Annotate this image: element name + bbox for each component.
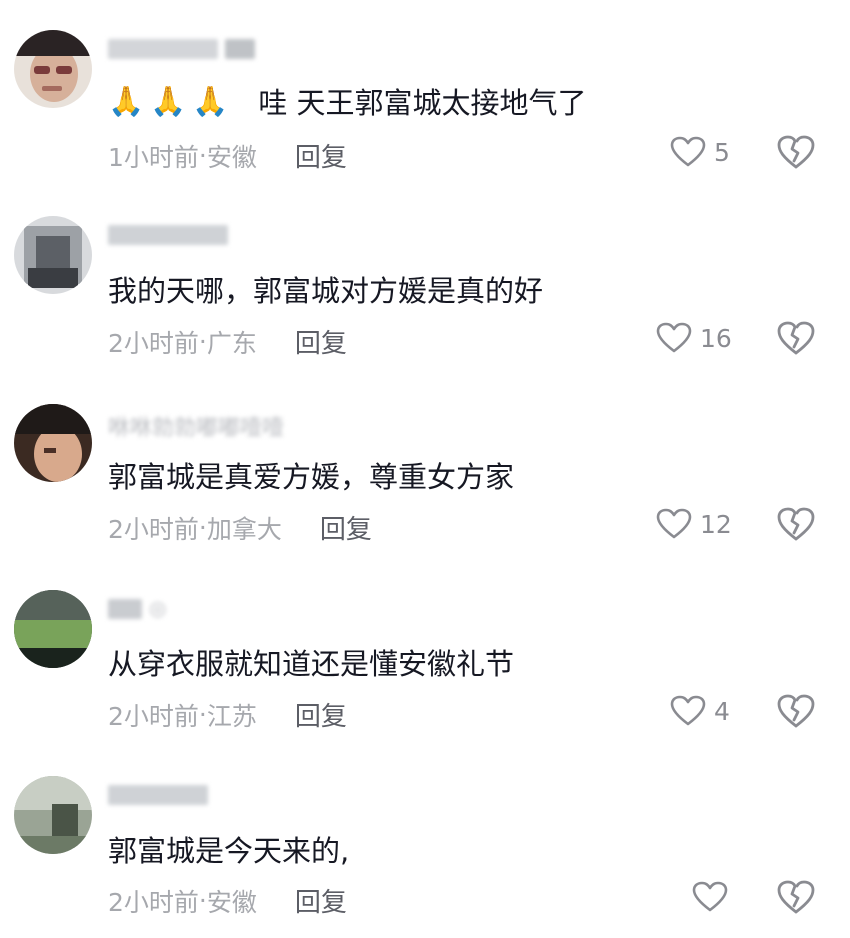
comment-body: 我的天哪，郭富城对方媛是真的好 [108, 274, 544, 308]
praying-hands-emoji: 🙏 [150, 83, 187, 118]
like-button[interactable]: 16 [656, 322, 732, 354]
reply-button[interactable]: 回复 [320, 509, 372, 546]
comment-time: 2小时前 [108, 887, 199, 917]
username-symbol: ◎ [149, 596, 167, 620]
comment-time: 2小时前 [108, 701, 199, 731]
like-count: 12 [700, 509, 732, 539]
comment-time: 2小时前 [108, 328, 199, 358]
praying-hands-emoji: 🙏 [192, 83, 229, 118]
reply-button[interactable]: 回复 [295, 696, 347, 733]
comment-time: 1小时前 [108, 142, 199, 172]
emoji-group: 🙏 🙏 🙏 [108, 84, 228, 119]
broken-heart-icon[interactable] [776, 693, 816, 729]
comment-meta: 2小时前 · 江苏 回复 [108, 696, 347, 733]
comment-location: 加拿大 [206, 514, 282, 544]
heart-outline-icon [670, 695, 706, 726]
heart-outline-icon [692, 881, 728, 912]
avatar[interactable] [14, 30, 92, 108]
comment-meta: 2小时前 · 加拿大 回复 [108, 509, 372, 546]
comment-body: 哇 天王郭富城太接地气了 [258, 86, 587, 120]
comment-meta: 2小时前 · 广东 回复 [108, 323, 347, 360]
broken-heart-icon[interactable] [776, 134, 816, 170]
comment-location: 安徽 [206, 142, 257, 172]
avatar[interactable] [14, 776, 92, 854]
comment-text: 郭富城是真爱方媛，尊重女方家 [108, 454, 514, 496]
comment-meta: 1小时前 · 安徽 回复 [108, 137, 347, 174]
broken-heart-icon[interactable] [776, 320, 816, 356]
avatar-image [14, 590, 92, 668]
avatar-image [14, 404, 92, 482]
like-count: 5 [714, 137, 730, 167]
comment-body: 郭富城是今天来的, [108, 834, 350, 868]
comment-text: 🙏 🙏 🙏 哇 天王郭富城太接地气了 [108, 80, 587, 122]
avatar[interactable] [14, 404, 92, 482]
like-count: 16 [700, 323, 732, 353]
username-text: 咻咻勍勍嘟嘟噎噎 [108, 416, 285, 441]
avatar-image [14, 776, 92, 854]
reply-button[interactable]: 回复 [295, 137, 347, 174]
comment-text: 郭富城是今天来的, [108, 828, 349, 870]
comment-time: 2小时前 [108, 514, 199, 544]
praying-hands-emoji: 🙏 [108, 83, 145, 118]
avatar[interactable] [14, 590, 92, 668]
comment-text: 从穿衣服就知道还是懂安徽礼节 [108, 641, 514, 683]
meta-separator: · [198, 513, 207, 542]
avatar-image [14, 30, 92, 108]
comment-text: 我的天哪，郭富城对方媛是真的好 [108, 268, 543, 310]
like-button[interactable] [692, 881, 736, 913]
heart-outline-icon [656, 508, 692, 539]
comment-meta: 2小时前 · 安徽 回复 [108, 882, 347, 919]
comment-location: 安徽 [206, 887, 257, 917]
like-button[interactable]: 4 [670, 695, 730, 727]
username[interactable] [108, 222, 228, 247]
avatar[interactable] [14, 216, 92, 294]
like-button[interactable]: 5 [670, 136, 730, 168]
broken-heart-icon[interactable] [776, 879, 816, 915]
avatar-image [14, 216, 92, 294]
like-count: 4 [714, 696, 730, 726]
comment-body: 郭富城是真爱方媛，尊重女方家 [108, 460, 515, 494]
like-button[interactable]: 12 [656, 508, 732, 540]
reply-button[interactable]: 回复 [295, 882, 347, 919]
reply-button[interactable]: 回复 [295, 323, 347, 360]
username[interactable] [108, 782, 208, 807]
meta-separator: · [198, 700, 207, 729]
username[interactable]: 咻咻勍勍嘟嘟噎噎 [108, 410, 284, 442]
comment-body: 从穿衣服就知道还是懂安徽礼节 [108, 647, 515, 681]
meta-separator: · [198, 886, 207, 915]
username[interactable] [108, 36, 255, 61]
heart-outline-icon [670, 136, 706, 167]
heart-outline-icon [656, 322, 692, 353]
broken-heart-icon[interactable] [776, 506, 816, 542]
meta-separator: · [198, 327, 207, 356]
comment-location: 江苏 [206, 701, 257, 731]
username[interactable]: ◎ [108, 596, 166, 621]
comment-location: 广东 [206, 328, 257, 358]
meta-separator: · [198, 141, 207, 170]
